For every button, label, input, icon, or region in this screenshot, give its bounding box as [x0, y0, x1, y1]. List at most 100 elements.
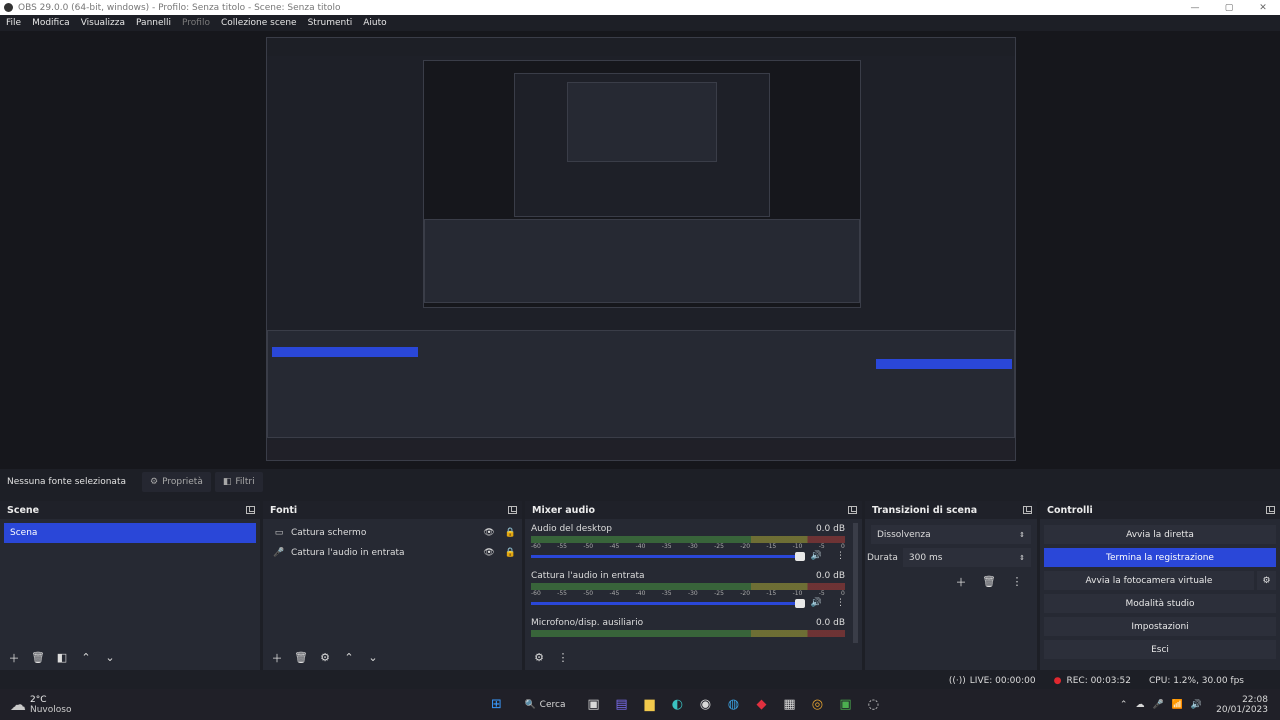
undock-icon[interactable]: [1266, 506, 1275, 514]
add-source-button[interactable]: ＋: [267, 649, 287, 666]
speaker-icon[interactable]: 🔊: [811, 551, 822, 561]
remove-scene-button[interactable]: 🗑: [28, 649, 48, 666]
antivirus-icon[interactable]: ◆: [750, 694, 772, 716]
sources-dock-header: Fonti: [263, 501, 522, 519]
menu-collezione-scene[interactable]: Collezione scene: [221, 18, 297, 28]
menu-modifica[interactable]: Modifica: [32, 18, 70, 28]
stop-recording-button[interactable]: Termina la registrazione: [1044, 548, 1276, 567]
undock-icon[interactable]: [508, 506, 517, 514]
controls-title: Controlli: [1047, 504, 1093, 516]
visibility-eye-icon[interactable]: 👁: [483, 528, 494, 538]
filters-button[interactable]: ◧ Filtri: [214, 472, 263, 492]
lock-icon[interactable]: 🔒: [505, 548, 516, 558]
obs-taskbar-icon[interactable]: ◌: [862, 694, 884, 716]
menu-file[interactable]: File: [6, 18, 21, 28]
remove-source-button[interactable]: 🗑: [291, 649, 311, 666]
move-scene-down-button[interactable]: ⌄: [100, 649, 120, 666]
properties-button-label: Proprietà: [162, 477, 203, 487]
studio-mode-button[interactable]: Modalità studio: [1044, 594, 1276, 613]
start-virtual-camera-button[interactable]: Avvia la fotocamera virtuale: [1044, 571, 1254, 590]
volume-meter: [531, 536, 845, 543]
mixer-channel: Cattura l'audio in entrata 0.0 dB -60 -55…: [525, 570, 851, 609]
transition-select[interactable]: Dissolvenza ⇕: [871, 525, 1031, 544]
mixer-channel: Microfono/disp. ausiliario 0.0 dB: [525, 617, 851, 637]
sources-title: Fonti: [270, 504, 298, 516]
visibility-eye-icon[interactable]: 👁: [483, 548, 494, 558]
mixer-scrollbar[interactable]: [853, 523, 858, 643]
gear-icon: ⚙: [150, 477, 159, 487]
remove-transition-button[interactable]: 🗑: [979, 573, 999, 590]
scene-item[interactable]: Scena: [4, 523, 256, 543]
virtual-camera-settings-gear-icon[interactable]: ⚙: [1257, 571, 1276, 590]
weather-widget[interactable]: ☁ 2°C Nuvoloso: [10, 695, 130, 715]
maximize-icon[interactable]: ▢: [1212, 3, 1246, 13]
add-scene-button[interactable]: ＋: [4, 649, 24, 666]
live-status: ((·)) LIVE: 00:00:00: [948, 675, 1036, 686]
file-explorer-icon[interactable]: ▆: [638, 694, 660, 716]
clock[interactable]: 22:08 20/01/2023: [1216, 695, 1268, 715]
advanced-audio-settings-button[interactable]: ⚙: [529, 649, 549, 666]
source-item[interactable]: 🎤 Cattura l'audio in entrata 👁 🔒: [263, 543, 522, 563]
transition-select-value: Dissolvenza: [877, 529, 931, 540]
mixer-title: Mixer audio: [532, 504, 596, 516]
taskbar-search[interactable]: 🔍 Cerca: [514, 694, 575, 716]
scene-transitions-dock: Transizioni di scena Dissolvenza ⇕ Durat…: [865, 501, 1037, 670]
volume-slider[interactable]: [531, 598, 805, 608]
source-item-label: Cattura schermo: [291, 528, 367, 538]
store-icon[interactable]: ▦: [778, 694, 800, 716]
menu-visualizza[interactable]: Visualizza: [81, 18, 125, 28]
settings-button[interactable]: Impostazioni: [1044, 617, 1276, 636]
mixer-dock-header: Mixer audio: [525, 501, 862, 519]
chat-icon[interactable]: ▤: [610, 694, 632, 716]
lock-icon[interactable]: 🔒: [505, 528, 516, 538]
volume-slider[interactable]: [531, 551, 805, 561]
preview-mirror-docks-large: [267, 330, 1015, 438]
menu-pannelli[interactable]: Pannelli: [136, 18, 171, 28]
app-icon[interactable]: ◉: [694, 694, 716, 716]
preview-mirror-inner-2: [514, 73, 770, 217]
scene-filters-button[interactable]: ◧: [52, 649, 72, 666]
source-properties-button[interactable]: ⚙: [315, 649, 335, 666]
windows-start-icon[interactable]: ⊞: [485, 694, 507, 716]
microphone-icon[interactable]: 🎤: [1152, 700, 1163, 710]
start-streaming-button[interactable]: Avvia la diretta: [1044, 525, 1276, 544]
preview-canvas[interactable]: [266, 37, 1016, 461]
cpu-fps-status: CPU: 1.2%, 30.00 fps: [1149, 675, 1244, 686]
undock-icon[interactable]: [1023, 506, 1032, 514]
kebab-menu-icon[interactable]: ⋮: [836, 551, 845, 561]
add-transition-button[interactable]: ＋: [951, 573, 971, 590]
move-scene-up-button[interactable]: ⌃: [76, 649, 96, 666]
undock-icon[interactable]: [848, 506, 857, 514]
chevron-up-icon[interactable]: ⌃: [1120, 700, 1128, 710]
source-item[interactable]: ▭ Cattura schermo 👁 🔒: [263, 523, 522, 543]
edge-browser-icon[interactable]: ◐: [666, 694, 688, 716]
preview-mirror-scene-selected: [272, 347, 418, 357]
undock-icon[interactable]: [246, 506, 255, 514]
kebab-menu-icon[interactable]: ⋮: [836, 598, 845, 608]
app-icon[interactable]: ◍: [722, 694, 744, 716]
mixer-menu-button[interactable]: ⋮: [553, 649, 573, 666]
wifi-icon[interactable]: 📶: [1172, 700, 1183, 710]
properties-button[interactable]: ⚙ Proprietà: [142, 472, 211, 492]
menu-profilo[interactable]: Profilo: [182, 18, 210, 28]
speaker-icon[interactable]: 🔊: [811, 598, 822, 608]
close-icon[interactable]: ✕: [1246, 3, 1280, 13]
onedrive-cloud-icon[interactable]: ☁: [1135, 700, 1144, 710]
menu-bar: File Modifica Visualizza Pannelli Profil…: [0, 15, 1280, 31]
move-source-up-button[interactable]: ⌃: [339, 649, 359, 666]
volume-icon[interactable]: 🔊: [1191, 700, 1202, 710]
obs-logo-icon: [4, 3, 13, 12]
exit-button[interactable]: Esci: [1044, 640, 1276, 659]
move-source-down-button[interactable]: ⌄: [363, 649, 383, 666]
transition-menu-button[interactable]: ⋮: [1007, 573, 1027, 590]
chrome-icon[interactable]: ◎: [806, 694, 828, 716]
meter-ticks: -60 -55 -50 -45 -40 -35 -30 -25 -20 -15 -10 -5 0: [531, 543, 845, 550]
task-view-icon[interactable]: ▣: [582, 694, 604, 716]
menu-strumenti[interactable]: Strumenti: [308, 18, 353, 28]
minimize-icon[interactable]: —: [1178, 3, 1212, 13]
sources-toolbar: ＋ 🗑 ⚙ ⌃ ⌄: [267, 649, 383, 666]
duration-spinbox[interactable]: 300 ms ⇕: [902, 548, 1031, 567]
duration-value: 300 ms: [908, 552, 943, 563]
app-icon[interactable]: ▣: [834, 694, 856, 716]
menu-aiuto[interactable]: Aiuto: [363, 18, 386, 28]
